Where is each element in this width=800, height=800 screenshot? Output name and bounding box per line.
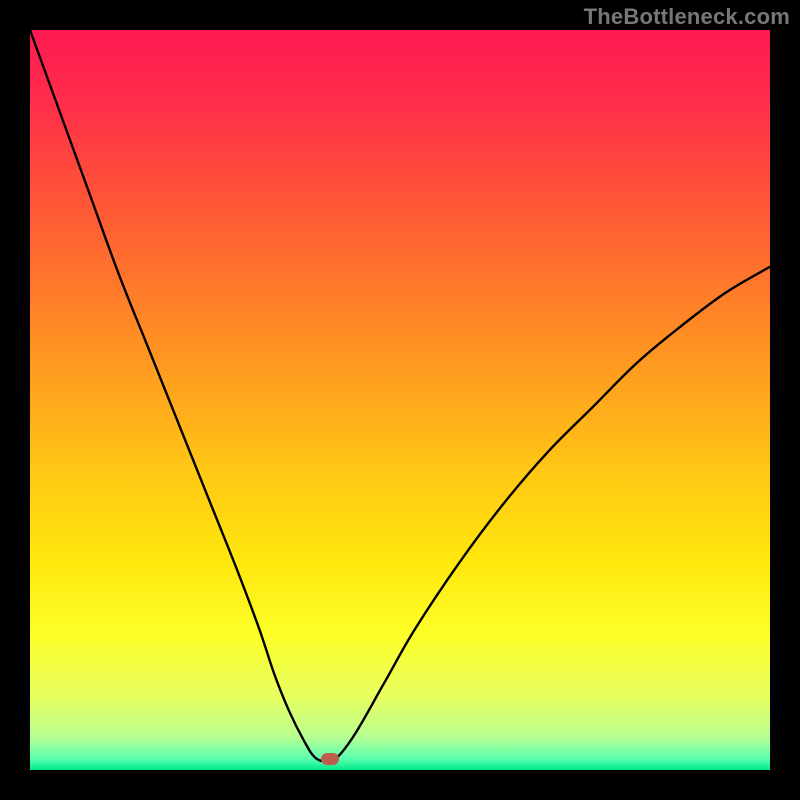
minimum-marker — [321, 753, 339, 765]
watermark-text: TheBottleneck.com — [584, 4, 790, 30]
chart-frame: TheBottleneck.com — [0, 0, 800, 800]
plot-area — [30, 30, 770, 770]
curve-line — [30, 30, 770, 770]
